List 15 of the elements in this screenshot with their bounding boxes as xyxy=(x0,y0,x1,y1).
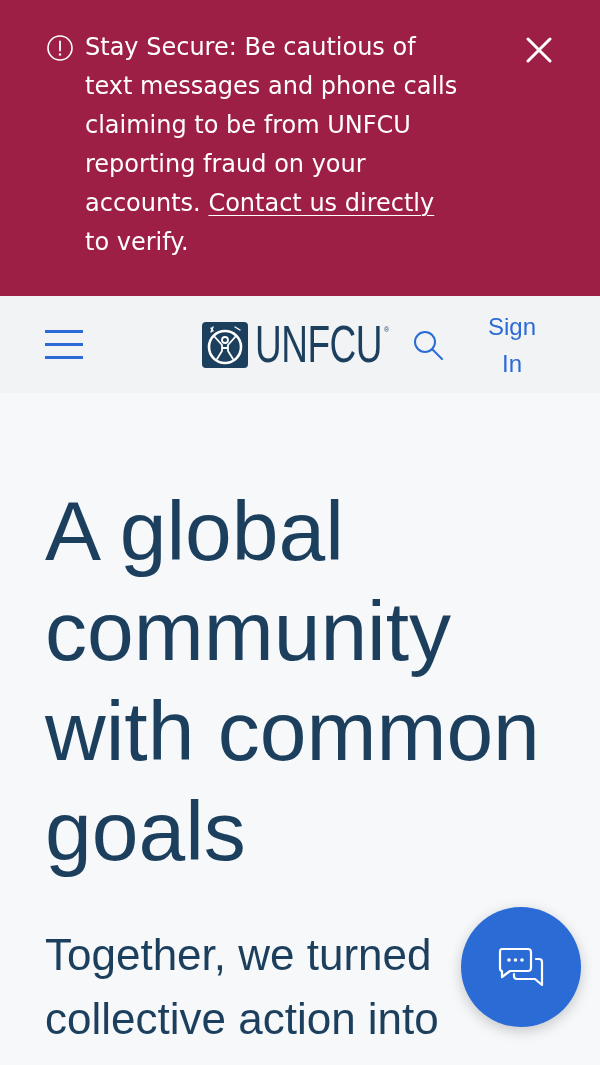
close-button[interactable] xyxy=(526,37,552,63)
alert-message: Stay Secure: Be cautious of text messages and phone calls claiming to be from UNFCU reporting fraud on your accounts. Contact us directly to verify. xyxy=(85,32,459,258)
menu-icon xyxy=(45,330,83,359)
close-icon xyxy=(526,37,552,63)
sign-in-link[interactable]: Sign In xyxy=(482,307,542,382)
chat-bubbles-icon xyxy=(498,947,544,987)
logo-wordmark: UNFCU xyxy=(255,318,382,371)
search-button[interactable] xyxy=(413,329,444,360)
hero-intro: Together, we turned collective action into xyxy=(45,929,440,1045)
menu-button[interactable] xyxy=(45,329,83,360)
alert-icon xyxy=(47,35,73,61)
contact-us-link[interactable]: Contact us directly xyxy=(208,189,435,217)
logo-emblem-icon xyxy=(202,321,248,368)
hero-heading: A global community with common goals xyxy=(45,483,541,880)
search-icon xyxy=(413,329,444,360)
